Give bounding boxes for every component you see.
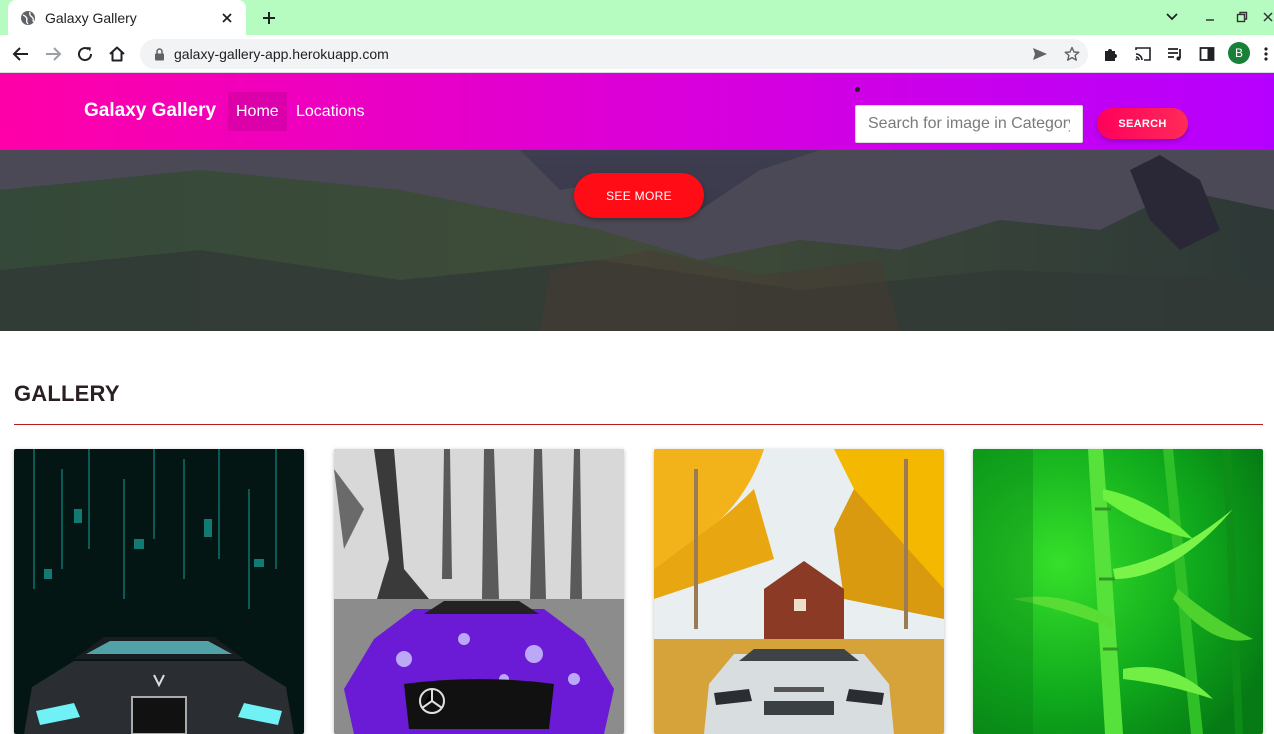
white-suv-image: [654, 449, 944, 734]
gallery-title: GALLERY: [14, 381, 120, 406]
see-more-button[interactable]: SEE MORE: [574, 173, 704, 218]
close-window-icon[interactable]: [1262, 6, 1274, 28]
gallery-divider: [14, 424, 1263, 425]
globe-icon: [20, 10, 36, 26]
side-panel-icon[interactable]: [1192, 39, 1222, 69]
tab-search-icon[interactable]: [1160, 6, 1184, 28]
brand-logo[interactable]: Galaxy Gallery: [84, 100, 216, 122]
browser-tab-strip: Galaxy Gallery: [0, 0, 1274, 35]
lock-icon[interactable]: [152, 47, 166, 61]
gallery-card-white-suv[interactable]: [654, 449, 944, 734]
nav-link-locations[interactable]: Locations: [288, 92, 373, 131]
dot-marker: [855, 87, 860, 92]
browser-tab[interactable]: Galaxy Gallery: [8, 0, 246, 35]
back-icon[interactable]: [6, 39, 36, 69]
bookmark-star-icon[interactable]: [1056, 40, 1088, 68]
gallery-card-bamboo[interactable]: [973, 449, 1263, 734]
gallery-card-black-car[interactable]: [14, 449, 304, 734]
search-input[interactable]: [855, 105, 1083, 143]
browser-toolbar: galaxy-gallery-app.herokuapp.com B: [0, 35, 1274, 73]
url-text[interactable]: galaxy-gallery-app.herokuapp.com: [174, 46, 1024, 62]
new-tab-button[interactable]: [256, 5, 282, 31]
forward-icon[interactable]: [38, 39, 68, 69]
gallery-card-purple-car[interactable]: [334, 449, 624, 734]
tab-title: Galaxy Gallery: [45, 9, 137, 26]
site-navbar: Galaxy Gallery Home Locations SEARCH: [0, 73, 1274, 150]
menu-kebab-icon[interactable]: [1258, 39, 1274, 69]
close-tab-icon[interactable]: [218, 9, 236, 27]
home-icon[interactable]: [102, 39, 132, 69]
profile-avatar[interactable]: B: [1228, 42, 1250, 64]
extensions-puzzle-icon[interactable]: [1096, 39, 1126, 69]
bamboo-image: [973, 449, 1263, 734]
search-button[interactable]: SEARCH: [1097, 108, 1188, 139]
purple-car-image: [334, 449, 624, 734]
reload-icon[interactable]: [70, 39, 100, 69]
minimize-icon[interactable]: [1198, 6, 1222, 28]
hero-banner: SEE MORE: [0, 150, 1274, 331]
media-control-icon[interactable]: [1160, 39, 1190, 69]
cast-icon[interactable]: [1128, 39, 1158, 69]
address-bar[interactable]: galaxy-gallery-app.herokuapp.com: [140, 39, 1088, 69]
black-car-image: [14, 449, 304, 734]
restore-icon[interactable]: [1230, 6, 1254, 28]
send-icon[interactable]: [1024, 40, 1056, 68]
nav-link-home[interactable]: Home: [228, 92, 287, 131]
